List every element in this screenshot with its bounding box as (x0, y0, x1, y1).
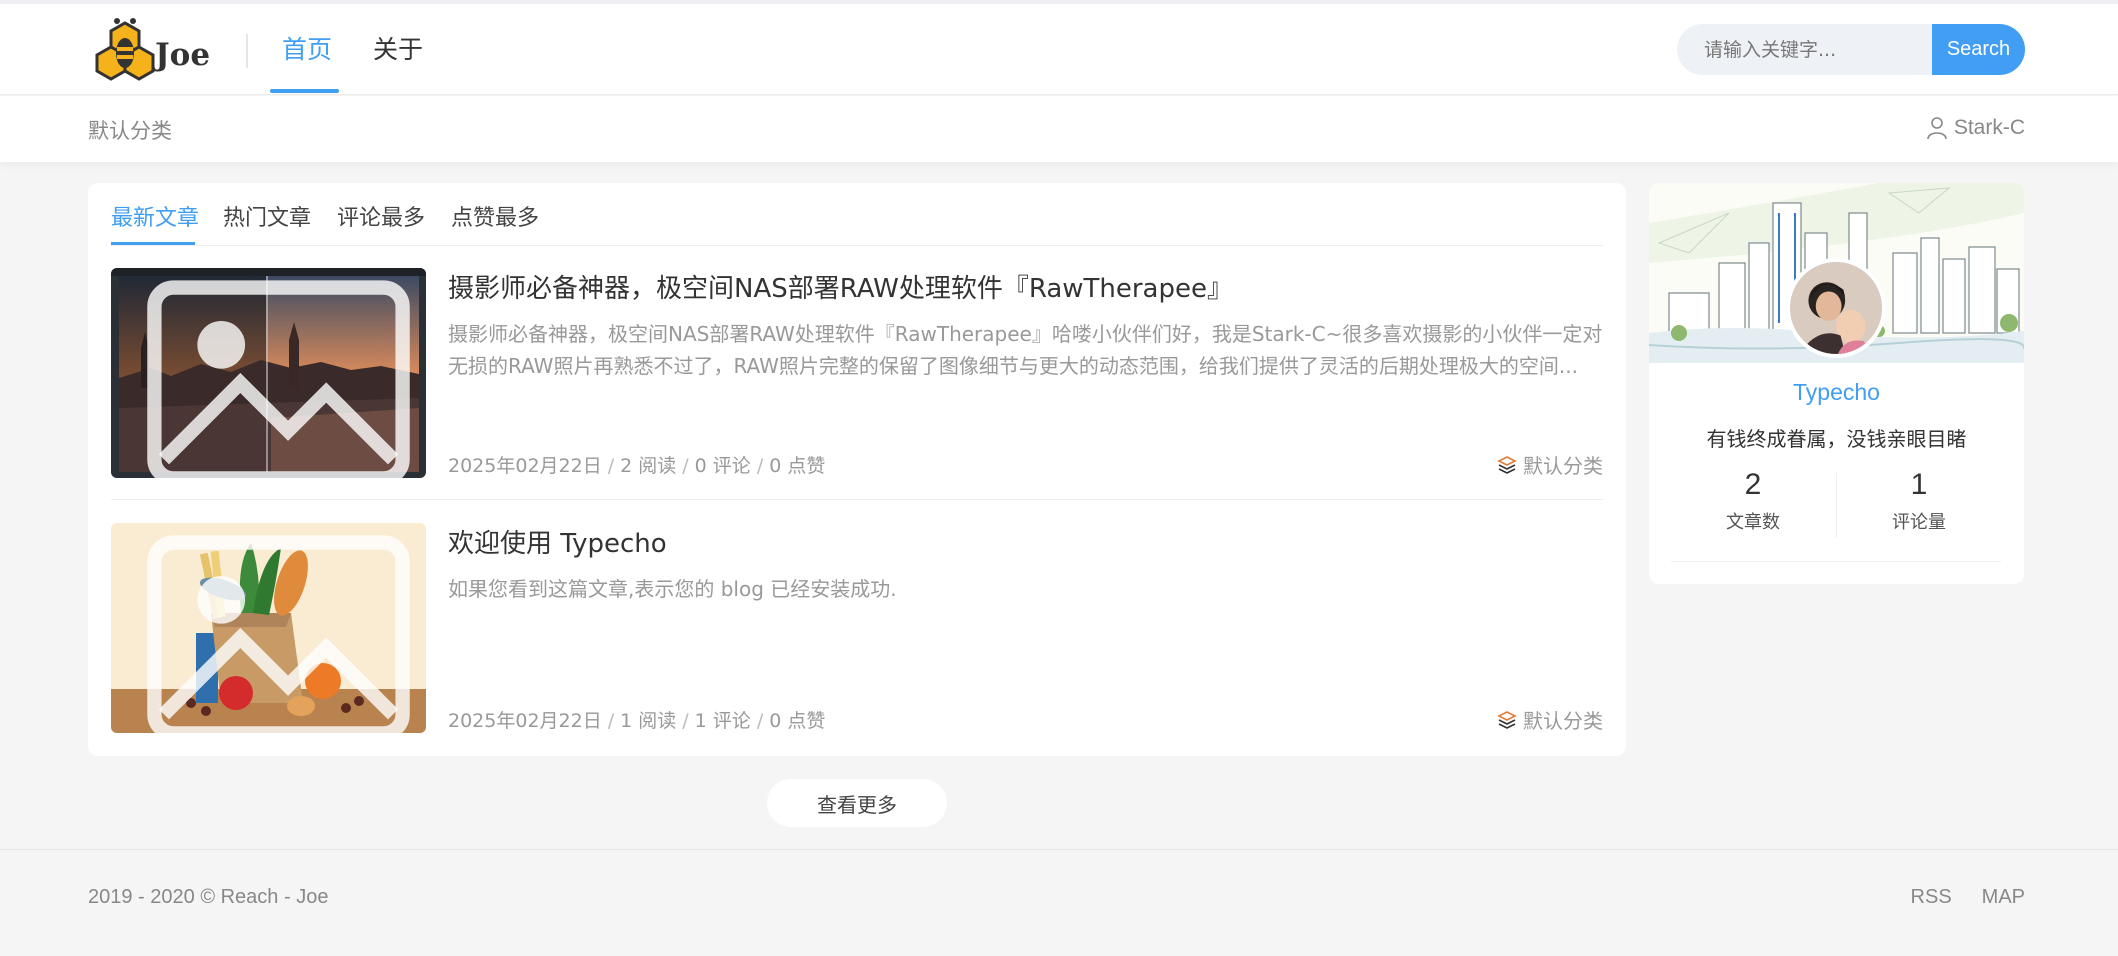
article-thumbnail[interactable] (111, 523, 426, 733)
footer-link-map[interactable]: MAP (1982, 886, 2025, 909)
article-category-label: 默认分类 (1523, 454, 1603, 478)
image-icon (147, 535, 410, 733)
article-title[interactable]: 欢迎使用 Typecho (448, 523, 667, 560)
tab-active-indicator (111, 242, 195, 245)
stat-articles: 2 文章数 (1671, 468, 1835, 534)
author-name[interactable]: Typecho (1649, 379, 2024, 406)
copyright: 2019 - 2020 © Reach - Joe (88, 886, 329, 908)
author-motto: 有钱终成眷属，没钱亲眼目睹 (1706, 427, 1967, 451)
article-meta: 2025年02月22日/2 阅读/0 评论/0 点赞 (448, 455, 826, 477)
tab-most-likes[interactable]: 点赞最多 (451, 200, 539, 232)
article-divider (111, 499, 1603, 500)
bee-logo-icon (95, 18, 155, 81)
load-more-button[interactable]: 查看更多 (767, 779, 947, 827)
article-excerpt: 如果您看到这篇文章,表示您的 blog 已经安装成功. (448, 577, 897, 601)
avatar-photo (1790, 262, 1882, 354)
user-link[interactable]: Stark-C (1926, 116, 2025, 140)
article-category[interactable]: 默认分类 (1497, 705, 1603, 734)
user-icon (1927, 117, 1947, 140)
article-category[interactable]: 默认分类 (1497, 450, 1603, 479)
site-header: Joe 首页 关于 Search (0, 4, 2118, 95)
card-divider (1671, 561, 2001, 562)
sub-bar: 默认分类 Stark-C (0, 96, 2118, 162)
footer-links: RSS MAP (1911, 886, 2025, 909)
article-thumbnail[interactable] (111, 268, 426, 478)
site-logo[interactable]: Joe (89, 17, 217, 83)
article-item[interactable]: 摄影师必备神器，极空间NAS部署RAW处理软件『RawTherapee』 摄影师… (111, 268, 1603, 478)
site-footer: 2019 - 2020 © Reach - Joe RSS MAP (0, 849, 2118, 956)
article-reads: 1 阅读 (620, 710, 677, 732)
article-category-label: 默认分类 (1523, 709, 1603, 733)
author-avatar[interactable] (1786, 258, 1886, 358)
stat-articles-label: 文章数 (1726, 512, 1780, 533)
article-date: 2025年02月22日 (448, 710, 602, 732)
search-input[interactable] (1677, 24, 1937, 75)
stat-comments: 1 评论量 (1837, 468, 2001, 534)
nav-active-indicator (270, 89, 339, 93)
layers-icon (1497, 710, 1517, 729)
search-form: Search (1677, 24, 2025, 75)
stat-comments-label: 评论量 (1892, 512, 1946, 533)
stat-articles-value: 2 (1744, 468, 1762, 501)
article-comments: 1 评论 (694, 710, 751, 732)
article-item[interactable]: 欢迎使用 Typecho 如果您看到这篇文章,表示您的 blog 已经安装成功.… (111, 523, 1603, 733)
image-icon (147, 280, 410, 478)
author-card: Typecho 有钱终成眷属，没钱亲眼目睹 2 文章数 1 评论量 (1649, 183, 2024, 584)
article-reads: 2 阅读 (620, 455, 677, 477)
user-name: Stark-C (1953, 116, 2025, 139)
nav-about[interactable]: 关于 (373, 30, 423, 66)
tab-hot[interactable]: 热门文章 (223, 200, 311, 232)
tab-latest[interactable]: 最新文章 (111, 200, 199, 232)
article-excerpt: 摄影师必备神器，极空间NAS部署RAW处理软件『RawTherapee』哈喽小伙… (448, 322, 1603, 378)
tab-most-comments[interactable]: 评论最多 (337, 200, 425, 232)
breadcrumb[interactable]: 默认分类 (88, 115, 172, 145)
layers-icon (1497, 455, 1517, 474)
article-date: 2025年02月22日 (448, 455, 602, 477)
article-likes: 0 点赞 (769, 710, 826, 732)
article-likes: 0 点赞 (769, 455, 826, 477)
article-title[interactable]: 摄影师必备神器，极空间NAS部署RAW处理软件『RawTherapee』 (448, 268, 1233, 305)
article-meta: 2025年02月22日/1 阅读/1 评论/0 点赞 (448, 710, 826, 732)
article-tabs: 最新文章 热门文章 评论最多 点赞最多 (111, 183, 1603, 246)
stat-comments-value: 1 (1910, 468, 1928, 501)
logo-text: Joe (155, 37, 211, 73)
footer-link-rss[interactable]: RSS (1911, 886, 1952, 909)
search-button[interactable]: Search (1932, 24, 2025, 75)
nav-divider (246, 34, 248, 68)
article-comments: 0 评论 (694, 455, 751, 477)
nav-home[interactable]: 首页 (282, 30, 332, 66)
article-list-card: 最新文章 热门文章 评论最多 点赞最多 摄影师必备神器，极空间NAS部署RAW处… (88, 183, 1626, 756)
